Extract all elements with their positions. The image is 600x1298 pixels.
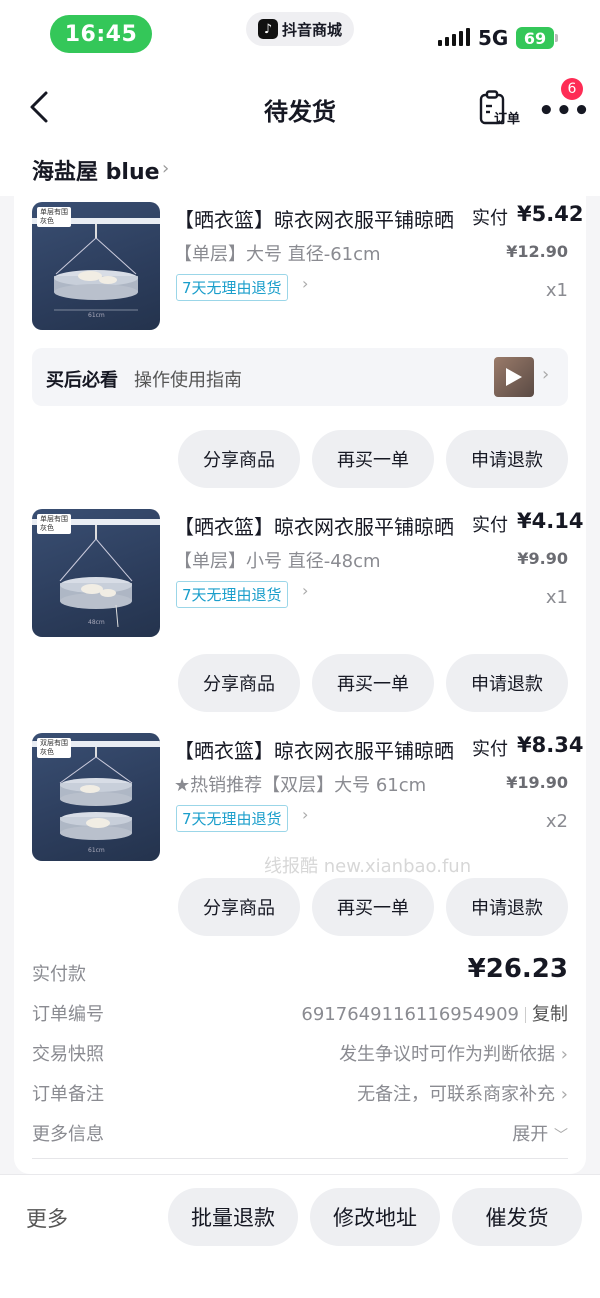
- share-button[interactable]: 分享商品: [178, 878, 300, 936]
- remark-row[interactable]: 订单备注 无备注，可联系商家补充 ›: [32, 1078, 568, 1108]
- thumbnail-size-label: 61cm: [88, 847, 105, 854]
- quantity: x1: [545, 280, 568, 301]
- douyin-logo-icon: ♪: [257, 19, 278, 39]
- product-spec: 【单层】小号 直径-48cm: [174, 551, 381, 572]
- quantity: x1: [545, 587, 568, 608]
- product-title[interactable]: 【晒衣篮】晾衣网衣服平铺晾晒: [174, 735, 456, 764]
- network-type: 5G: [478, 26, 509, 50]
- more-options-icon[interactable]: •••: [538, 96, 591, 126]
- pay-price: ¥4.14: [517, 509, 584, 533]
- status-bar: 16:45 ♪ 抖音商城 5G 69: [0, 0, 600, 70]
- video-thumbnail: [494, 357, 534, 397]
- refund-button[interactable]: 申请退款: [446, 430, 568, 488]
- more-info-label: 更多信息: [32, 1124, 104, 1145]
- pay-price: ¥5.42: [517, 202, 584, 226]
- product-thumbnail[interactable]: 单层有围 灰色 61cm: [32, 202, 160, 330]
- rebuy-button[interactable]: 再买一单: [312, 430, 434, 488]
- notification-badge: 6: [561, 78, 583, 100]
- thumbnail-tag: 双层有围 灰色: [37, 738, 71, 758]
- pay-price: ¥8.34: [517, 733, 584, 757]
- shop-header[interactable]: 海盐屋 blue ›: [0, 146, 600, 196]
- original-price: ¥19.90: [506, 773, 568, 792]
- item-actions: 分享商品 再买一单 申请退款: [14, 878, 586, 936]
- chevron-right-icon: ›: [302, 805, 309, 824]
- after-purchase-guide[interactable]: 买后必看 操作使用指南 ›: [32, 348, 568, 406]
- rebuy-button[interactable]: 再买一单: [312, 654, 434, 712]
- order-card: 单层有围 灰色 61cm 【晒衣篮】晾衣网衣服平铺晾晒 实付 ¥5.42 【单层】…: [14, 196, 586, 1174]
- watermark: 线报酷 new.xianbao.fun: [264, 856, 472, 877]
- more-info-row[interactable]: 更多信息 展开 ﹀: [32, 1118, 568, 1148]
- product-title[interactable]: 【晒衣篮】晾衣网衣服平铺晾晒: [174, 204, 456, 233]
- refund-button[interactable]: 申请退款: [446, 654, 568, 712]
- chevron-right-icon: ›: [302, 581, 309, 600]
- share-button[interactable]: 分享商品: [178, 654, 300, 712]
- guide-label: 买后必看: [46, 370, 118, 391]
- nav-bar: 待发货 订单 ••• 6: [0, 70, 600, 146]
- original-price: ¥9.90: [517, 549, 568, 568]
- chevron-right-icon: ›: [560, 1084, 568, 1105]
- return-policy-tag[interactable]: 7天无理由退货: [176, 581, 288, 608]
- return-policy-tag[interactable]: 7天无理由退货: [176, 805, 288, 832]
- clock: 16:45: [50, 15, 152, 53]
- order-number-value: 6917649116116954909 复制: [301, 1000, 568, 1026]
- copy-button[interactable]: 复制: [532, 1004, 568, 1025]
- total-label: 实付款: [32, 964, 86, 985]
- pay-label: 实付: [472, 208, 508, 229]
- refund-button[interactable]: 申请退款: [446, 878, 568, 936]
- product-spec: 【单层】大号 直径-61cm: [174, 244, 381, 265]
- app-indicator[interactable]: ♪ 抖音商城: [246, 12, 354, 46]
- order-number: 6917649116116954909: [301, 1004, 519, 1025]
- thumbnail-tag: 单层有围 灰色: [37, 207, 71, 227]
- snapshot-label: 交易快照: [32, 1044, 104, 1065]
- item-actions: 分享商品 再买一单 申请退款: [14, 430, 586, 488]
- pay-label: 实付: [472, 515, 508, 536]
- app-name: 抖音商城: [281, 20, 342, 39]
- remark-text: 无备注，可联系商家补充: [357, 1084, 556, 1105]
- total-row: 实付款 ¥26.23: [32, 954, 568, 988]
- battery-icon: 69: [516, 27, 554, 49]
- pay-label: 实付: [472, 739, 508, 760]
- product-thumbnail[interactable]: 单层有围 灰色 48cm: [32, 509, 160, 637]
- order-number-row: 订单编号 6917649116116954909 复制: [32, 998, 568, 1028]
- expand-label: 展开: [512, 1124, 549, 1145]
- chevron-right-icon: ›: [302, 274, 309, 293]
- battery-tip: [555, 34, 558, 42]
- quantity: x2: [545, 811, 568, 832]
- chevron-right-icon: ›: [162, 158, 170, 179]
- order-list-button[interactable]: 订单: [478, 90, 524, 130]
- snapshot-row[interactable]: 交易快照 发生争议时可作为判断依据 ›: [32, 1038, 568, 1068]
- original-price: ¥12.90: [506, 242, 568, 261]
- product-thumbnail[interactable]: 双层有围 灰色 61cm: [32, 733, 160, 861]
- guide-text: 操作使用指南: [134, 370, 242, 391]
- rebuy-button[interactable]: 再买一单: [312, 878, 434, 936]
- chevron-down-icon: ﹀: [554, 1128, 568, 1144]
- order-number-label: 订单编号: [32, 1004, 104, 1025]
- remark-label: 订单备注: [32, 1084, 104, 1105]
- return-policy-tag[interactable]: 7天无理由退货: [176, 274, 288, 301]
- expand-toggle[interactable]: 展开 ﹀: [512, 1120, 568, 1146]
- signal-icon: [438, 28, 470, 46]
- snapshot-text: 发生争议时可作为判断依据: [339, 1044, 556, 1065]
- change-address-button[interactable]: 修改地址: [310, 1188, 440, 1246]
- chevron-right-icon: ›: [542, 364, 550, 385]
- play-icon: [506, 368, 522, 386]
- total-value: ¥26.23: [467, 954, 568, 984]
- product-title[interactable]: 【晒衣篮】晾衣网衣服平铺晾晒: [174, 511, 456, 540]
- bottom-action-bar: 更多 批量退款 修改地址 催发货: [0, 1174, 600, 1298]
- shop-name: 海盐屋 blue: [32, 160, 160, 185]
- item-actions: 分享商品 再买一单 申请退款: [14, 654, 586, 712]
- divider: [32, 1158, 568, 1159]
- thumbnail-size-label: 48cm: [88, 619, 105, 626]
- share-button[interactable]: 分享商品: [178, 430, 300, 488]
- more-button[interactable]: 更多: [26, 1203, 68, 1233]
- urge-shipping-button[interactable]: 催发货: [452, 1188, 582, 1246]
- order-icon-label: 订单: [494, 112, 521, 127]
- thumbnail-size-label: 61cm: [88, 312, 105, 319]
- thumbnail-tag: 单层有围 灰色: [37, 514, 71, 534]
- product-spec: ★热销推荐【双层】大号 61cm: [174, 775, 427, 796]
- remark-value: 无备注，可联系商家补充 ›: [357, 1080, 568, 1106]
- batch-refund-button[interactable]: 批量退款: [168, 1188, 298, 1246]
- chevron-right-icon: ›: [560, 1044, 568, 1065]
- snapshot-value: 发生争议时可作为判断依据 ›: [339, 1040, 568, 1066]
